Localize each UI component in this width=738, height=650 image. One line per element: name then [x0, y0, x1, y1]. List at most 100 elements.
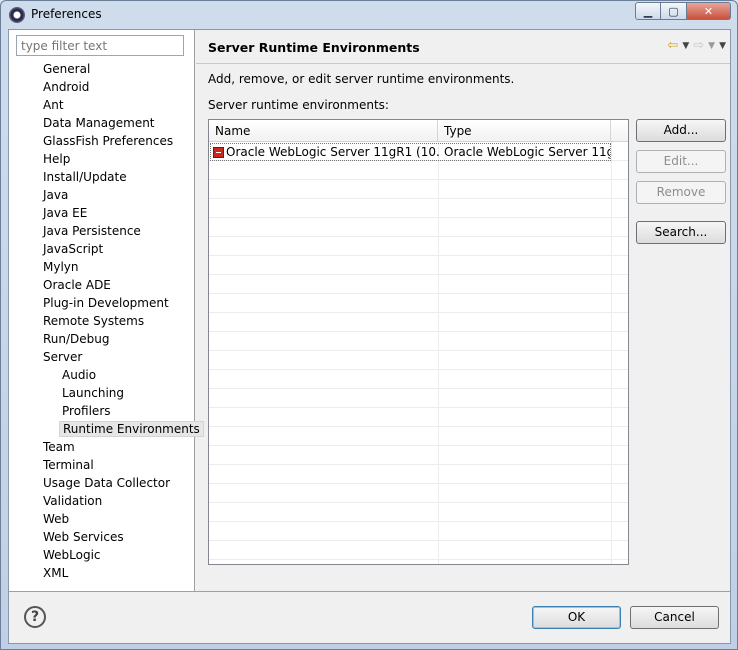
- tree-item-team[interactable]: Team: [9, 438, 195, 456]
- table-gridline: [209, 465, 628, 484]
- close-button[interactable]: ✕: [687, 2, 731, 20]
- tree-item-label: Ant: [43, 98, 64, 112]
- tree-item-java-ee[interactable]: Java EE: [9, 204, 195, 222]
- tree-item-run-debug[interactable]: Run/Debug: [9, 330, 195, 348]
- tree-item-glassfish-preferences[interactable]: GlassFish Preferences: [9, 132, 195, 150]
- table-gridline: [209, 332, 628, 351]
- page-title: Server Runtime Environments: [208, 40, 420, 55]
- weblogic-server-icon: [213, 147, 224, 158]
- dialog-body: General Android Ant Data Management GlassFis…: [8, 29, 731, 644]
- table-header: Name Type: [209, 120, 628, 142]
- tree-item-label: Java EE: [43, 206, 88, 220]
- tree-item-label: Launching: [62, 386, 125, 400]
- tree-item-web-services[interactable]: Web Services: [9, 528, 195, 546]
- table-row[interactable]: Oracle WebLogic Server 11gR1 (10.3.5) Or…: [210, 143, 611, 161]
- column-header-type[interactable]: Type: [438, 120, 611, 142]
- table-gridline: [209, 275, 628, 294]
- tree-item-java-persistence[interactable]: Java Persistence: [9, 222, 195, 240]
- cancel-button[interactable]: Cancel: [630, 606, 719, 629]
- tree-item-audio[interactable]: Audio: [9, 366, 195, 384]
- page-navigation: ⇦ ▼ ⇨ ▼ ▼: [667, 39, 726, 53]
- table-gridline: [209, 218, 628, 237]
- tree-item-label: Run/Debug: [43, 332, 110, 346]
- tree-item-label: Terminal: [43, 458, 94, 472]
- tree-item-launching[interactable]: Launching: [9, 384, 195, 402]
- tree-item-label: Java Persistence: [43, 224, 141, 238]
- preference-tree: General Android Ant Data Management GlassFis…: [9, 60, 204, 582]
- table-gridline: [209, 199, 628, 218]
- tree-item-general[interactable]: General: [9, 60, 195, 78]
- remove-button[interactable]: Remove: [636, 181, 726, 204]
- table-gridline: [209, 370, 628, 389]
- view-menu-icon[interactable]: ▼: [719, 39, 726, 53]
- tree-item-web[interactable]: Web: [9, 510, 195, 528]
- table-gridline: [209, 161, 628, 180]
- back-arrow-icon[interactable]: ⇦: [667, 39, 678, 53]
- tree-item-label: Install/Update: [43, 170, 127, 184]
- tree-item-data-management[interactable]: Data Management: [9, 114, 195, 132]
- tree-item-label: Mylyn: [43, 260, 79, 274]
- add-button[interactable]: Add...: [636, 119, 726, 142]
- tree-item-label: Audio: [62, 368, 97, 382]
- tree-item-terminal[interactable]: Terminal: [9, 456, 195, 474]
- table-gridline: [209, 389, 628, 408]
- table-gridline: [209, 237, 628, 256]
- forward-arrow-icon[interactable]: ⇨: [693, 39, 704, 53]
- tree-item-label: Runtime Environments: [59, 421, 204, 437]
- tree-item-label: JavaScript: [43, 242, 104, 256]
- runtime-type-cell: Oracle WebLogic Server 11g...: [444, 145, 610, 159]
- table-gridline: [209, 408, 628, 427]
- tree-item-weblogic[interactable]: WebLogic: [9, 546, 195, 564]
- tree-item-usage-data-collector[interactable]: Usage Data Collector: [9, 474, 195, 492]
- table-gridline: [209, 541, 628, 560]
- tree-item-android[interactable]: Android: [9, 78, 195, 96]
- tree-item-java[interactable]: Java: [9, 186, 195, 204]
- tree-item-label: Team: [43, 440, 75, 454]
- tree-item-label: Web Services: [43, 530, 124, 544]
- tree-item-profilers[interactable]: Profilers: [9, 402, 195, 420]
- tree-item-label: GlassFish Preferences: [43, 134, 174, 148]
- column-header-name[interactable]: Name: [209, 120, 438, 142]
- runtime-name: Oracle WebLogic Server 11gR1 (10.3.5): [226, 145, 439, 159]
- maximize-button[interactable]: ▢: [661, 2, 687, 20]
- table-gridline: [209, 503, 628, 522]
- tree-item-mylyn[interactable]: Mylyn: [9, 258, 195, 276]
- table-gridline: [209, 522, 628, 541]
- tree-item-label: Server: [43, 350, 83, 364]
- table-gridline: [209, 427, 628, 446]
- forward-history-dropdown-icon[interactable]: ▼: [708, 39, 715, 53]
- tree-item-help[interactable]: Help: [9, 150, 195, 168]
- runtime-table[interactable]: Name Type Oracle WebLogic Server 11gR1 (…: [208, 119, 629, 565]
- table-column-divider: [438, 142, 439, 564]
- tree-item-javascript[interactable]: JavaScript: [9, 240, 195, 258]
- tree-item-label: Oracle ADE: [43, 278, 111, 292]
- tree-item-server[interactable]: Server: [9, 348, 195, 366]
- footer-divider: [9, 591, 730, 592]
- tree-item-label: Remote Systems: [43, 314, 145, 328]
- tree-item-install-update[interactable]: Install/Update: [9, 168, 195, 186]
- page-header: Server Runtime Environments ⇦ ▼ ⇨ ▼ ▼: [196, 30, 730, 62]
- ok-button[interactable]: OK: [532, 606, 621, 629]
- preference-page: Server Runtime Environments ⇦ ▼ ⇨ ▼ ▼ Ad…: [196, 30, 730, 591]
- tree-item-oracle-ade[interactable]: Oracle ADE: [9, 276, 195, 294]
- tree-item-runtime-environments[interactable]: Runtime Environments: [9, 420, 204, 438]
- tree-item-validation[interactable]: Validation: [9, 492, 195, 510]
- back-history-dropdown-icon[interactable]: ▼: [682, 39, 689, 53]
- help-icon[interactable]: ?: [24, 606, 46, 628]
- tree-item-label: XML: [43, 566, 69, 580]
- tree-item-ant[interactable]: Ant: [9, 96, 195, 114]
- filter-input[interactable]: [16, 35, 184, 56]
- window-title: Preferences: [31, 7, 102, 21]
- table-column-divider: [611, 142, 612, 564]
- tree-item-label: Android: [43, 80, 90, 94]
- tree-item-label: Help: [43, 152, 71, 166]
- tree-item-remote-systems[interactable]: Remote Systems: [9, 312, 195, 330]
- edit-button[interactable]: Edit...: [636, 150, 726, 173]
- search-button[interactable]: Search...: [636, 221, 726, 244]
- page-description: Add, remove, or edit server runtime envi…: [208, 72, 515, 86]
- tree-item-label: Java: [43, 188, 69, 202]
- tree-item-plug-in-development[interactable]: Plug-in Development: [9, 294, 195, 312]
- title-bar[interactable]: Preferences ▁ ▢ ✕: [1, 1, 737, 29]
- tree-item-xml[interactable]: XML: [9, 564, 195, 582]
- minimize-button[interactable]: ▁: [635, 2, 661, 20]
